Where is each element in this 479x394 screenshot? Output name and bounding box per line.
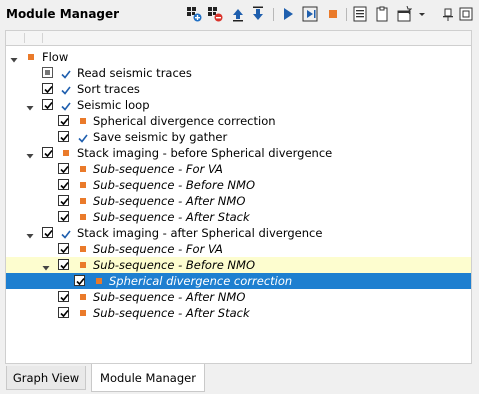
tree-item-label: Save seismic by gather — [93, 130, 228, 144]
tree-item-label: Stack imaging - before Spherical diverge… — [77, 146, 333, 160]
tree-row[interactable]: Flow — [6, 49, 471, 65]
tab-module-manager[interactable]: Module Manager — [91, 364, 205, 392]
tree-row[interactable]: Stack imaging - after Spherical divergen… — [6, 225, 471, 241]
tree-row[interactable]: Seismic loop — [6, 97, 471, 113]
expand-arrow-icon[interactable] — [10, 53, 18, 63]
tab-bar: Graph View Module Manager — [0, 364, 479, 394]
enable-checkbox[interactable] — [58, 291, 69, 302]
tree-item-label: Sub-sequence - After NMO — [93, 290, 246, 304]
module-square-icon — [80, 262, 86, 268]
enable-checkbox[interactable] — [74, 275, 85, 286]
enable-checkbox[interactable] — [58, 211, 69, 222]
tree-item-label: Sub-sequence - After NMO — [93, 194, 246, 208]
tree-item-label: Read seismic traces — [77, 66, 192, 80]
enable-checkbox[interactable] — [58, 131, 69, 142]
list-icon[interactable] — [352, 6, 368, 22]
expand-arrow-icon[interactable] — [26, 229, 34, 239]
window-options-icon[interactable] — [396, 6, 412, 22]
enable-checkbox[interactable] — [58, 179, 69, 190]
module-square-icon — [80, 166, 86, 172]
enable-checkbox[interactable] — [58, 163, 69, 174]
module-check-icon — [61, 68, 71, 79]
enable-checkbox[interactable] — [42, 99, 53, 110]
tree-row[interactable]: Sub-sequence - For VA — [6, 161, 471, 177]
enable-checkbox[interactable] — [42, 83, 53, 94]
module-check-icon — [61, 228, 71, 239]
tree-row[interactable]: Read seismic traces — [6, 65, 471, 81]
tree-item-label: Sub-sequence - For VA — [93, 162, 223, 176]
tree-item-label: Seismic loop — [77, 98, 150, 112]
tree-item-label: Sub-sequence - After Stack — [93, 210, 250, 224]
move-up-icon[interactable] — [230, 6, 246, 22]
float-icon[interactable] — [458, 6, 474, 22]
tree-row[interactable]: Stack imaging - before Spherical diverge… — [6, 145, 471, 161]
tree-item-label: Sub-sequence - Before NMO — [93, 258, 255, 272]
enable-checkbox[interactable] — [42, 147, 53, 158]
expand-arrow-icon[interactable] — [42, 261, 50, 271]
enable-checkbox[interactable] — [42, 67, 53, 78]
tab-module-manager-label: Module Manager — [100, 370, 196, 385]
column-header-strip — [5, 30, 472, 45]
dropdown-icon[interactable] — [414, 6, 430, 22]
module-square-icon — [63, 150, 69, 156]
tab-graph-view-label: Graph View — [12, 370, 80, 385]
tree-row[interactable]: Sub-sequence - Before NMO — [6, 177, 471, 193]
tree-item-label: Spherical divergence correction — [93, 114, 276, 128]
expand-arrow-icon[interactable] — [26, 101, 34, 111]
tree-item-label: Flow — [42, 50, 69, 64]
remove-module-icon[interactable] — [207, 6, 223, 22]
tree-row[interactable]: Spherical divergence correction — [6, 113, 471, 129]
panel-header: Module Manager — [0, 0, 479, 30]
module-square-icon — [80, 294, 86, 300]
move-down-icon[interactable] — [250, 6, 266, 22]
clipboard-icon[interactable] — [374, 6, 390, 22]
enable-checkbox[interactable] — [58, 115, 69, 126]
module-square-icon — [80, 246, 86, 252]
module-tree: Flow Read seismic traces Sort traces Seismi… — [5, 45, 472, 364]
enable-checkbox[interactable] — [58, 259, 69, 270]
tree-row[interactable]: Sub-sequence - After NMO — [6, 289, 471, 305]
tree-row[interactable]: Spherical divergence correction — [6, 273, 471, 289]
module-check-icon — [78, 132, 88, 143]
tree-row[interactable]: Save seismic by gather — [6, 129, 471, 145]
module-square-icon — [80, 198, 86, 204]
enable-checkbox[interactable] — [58, 307, 69, 318]
tree-item-label: Stack imaging - after Spherical divergen… — [77, 226, 323, 240]
module-square-icon — [80, 310, 86, 316]
tree-row[interactable]: Sort traces — [6, 81, 471, 97]
module-check-icon — [61, 100, 71, 111]
run-step-icon[interactable] — [302, 6, 318, 22]
tree-row[interactable]: Sub-sequence - After Stack — [6, 305, 471, 321]
enable-checkbox[interactable] — [58, 195, 69, 206]
add-module-icon[interactable] — [186, 6, 202, 22]
enable-checkbox[interactable] — [42, 227, 53, 238]
module-square-icon — [96, 278, 102, 284]
tree-item-label: Spherical divergence correction — [109, 274, 293, 288]
enable-checkbox[interactable] — [58, 243, 69, 254]
tab-graph-view[interactable]: Graph View — [6, 366, 86, 390]
stop-icon[interactable] — [325, 6, 341, 22]
pin-icon[interactable] — [440, 6, 456, 22]
tree-item-label: Sub-sequence - For VA — [93, 242, 223, 256]
panel-title: Module Manager — [6, 7, 120, 21]
tree-item-label: Sub-sequence - Before NMO — [93, 178, 255, 192]
tree-row[interactable]: Sub-sequence - After NMO — [6, 193, 471, 209]
tree-row[interactable]: Sub-sequence - For VA — [6, 241, 471, 257]
module-check-icon — [61, 84, 71, 95]
tree-row[interactable]: Sub-sequence - After Stack — [6, 209, 471, 225]
module-square-icon — [80, 182, 86, 188]
module-square-icon — [28, 54, 34, 60]
expand-arrow-icon[interactable] — [26, 149, 34, 159]
module-square-icon — [80, 214, 86, 220]
module-square-icon — [80, 118, 86, 124]
run-icon[interactable] — [280, 6, 296, 22]
tree-row[interactable]: Sub-sequence - Before NMO — [6, 257, 471, 273]
tree-item-label: Sub-sequence - After Stack — [93, 306, 250, 320]
tree-item-label: Sort traces — [77, 82, 140, 96]
